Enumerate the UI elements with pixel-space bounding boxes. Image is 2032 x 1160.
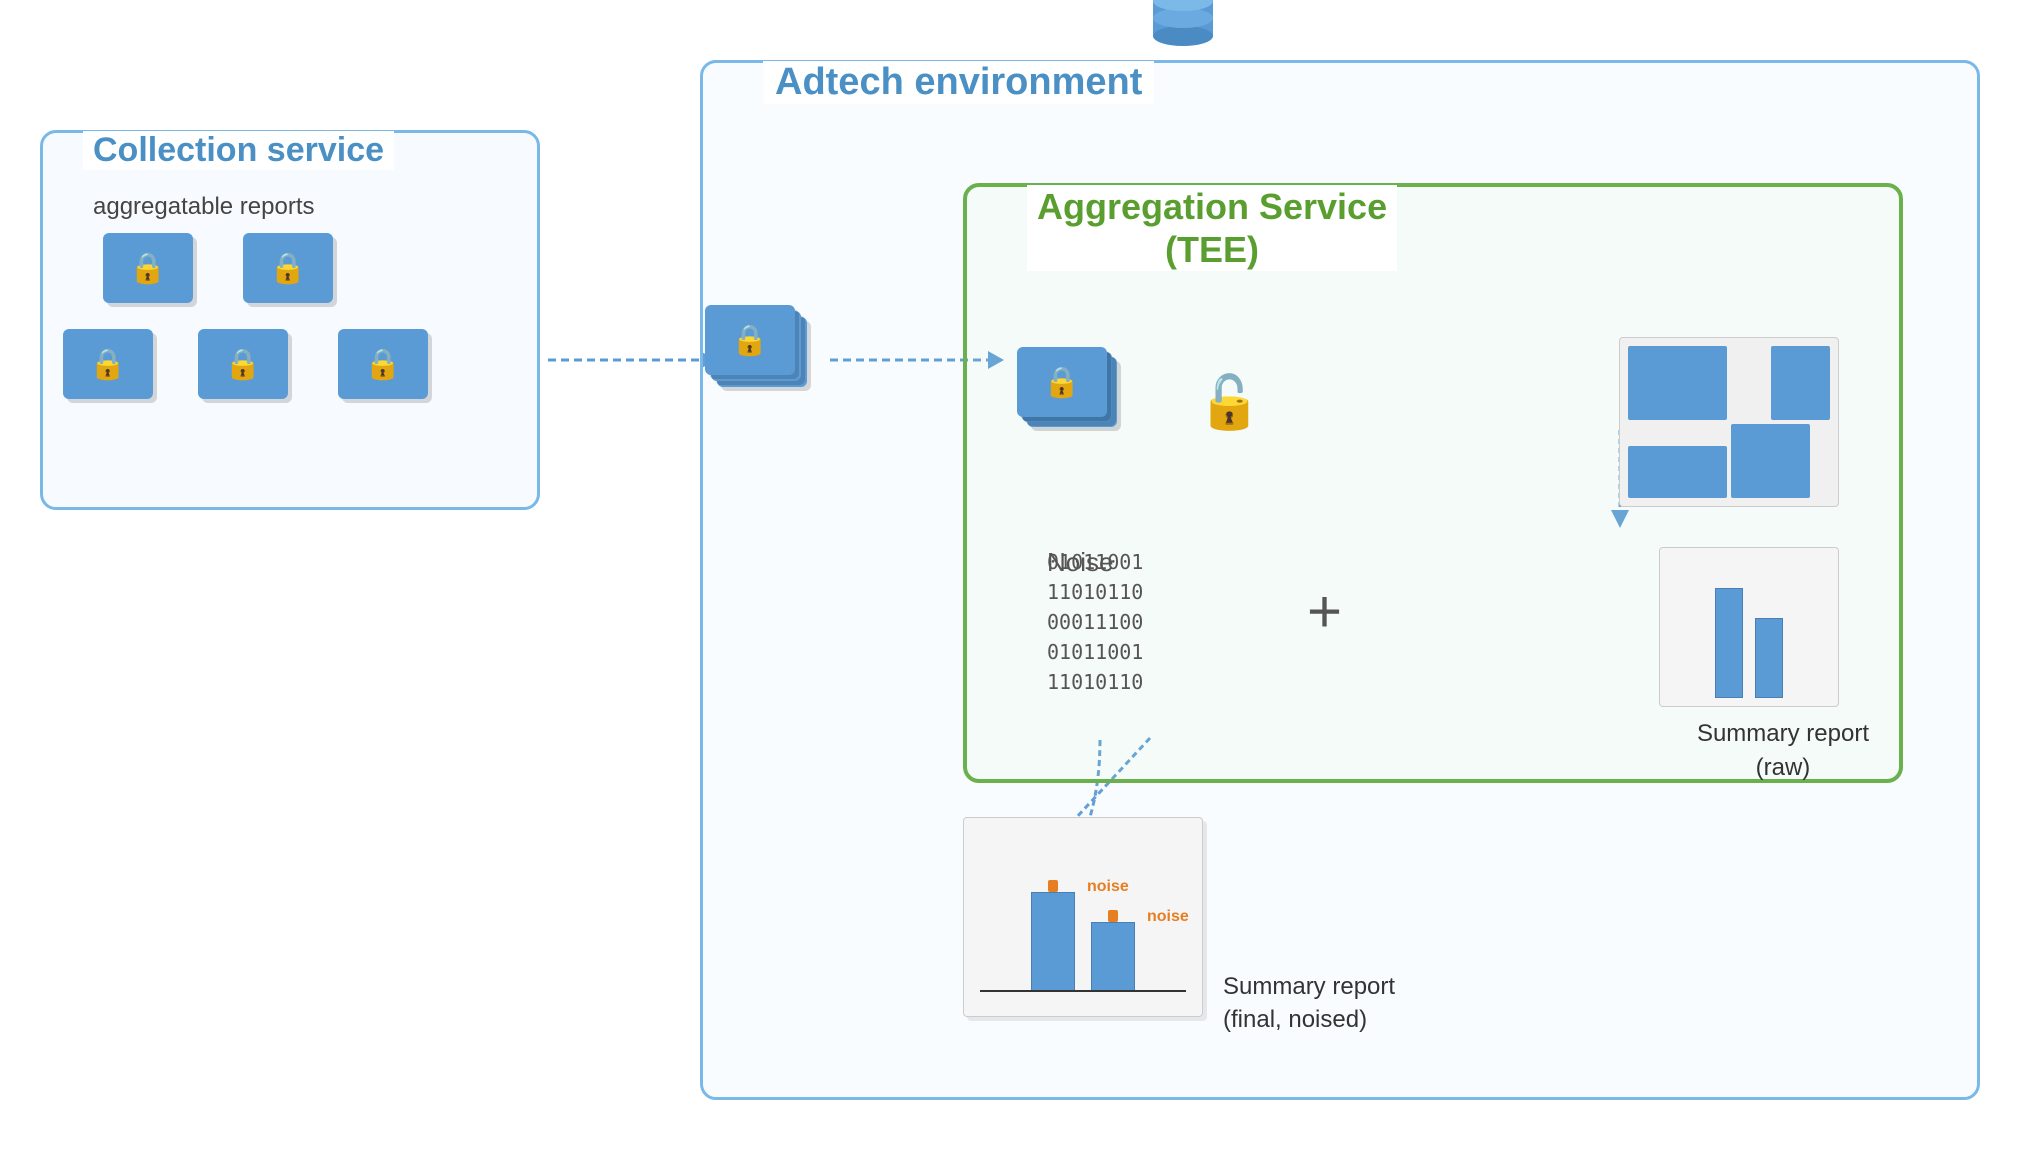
diagram-container: Adtech environment Aggregation Service (… xyxy=(0,0,2032,1160)
summary-raw-label: Summary report(raw) xyxy=(1697,717,1869,784)
database-icon xyxy=(1143,0,1223,68)
unlock-icon: 🔓 xyxy=(1197,372,1262,433)
final-summary-card: noise noise xyxy=(963,817,1203,1017)
aggregation-service-label: Aggregation Service (TEE) xyxy=(1027,185,1397,271)
aggregatable-reports-label: aggregatable reports xyxy=(93,193,314,221)
summary-final-label: Summary report(final, noised) xyxy=(1223,970,1395,1037)
collection-service-box: Collection service aggregatable reports … xyxy=(40,130,540,510)
noise-bar-1 xyxy=(1048,880,1058,892)
summary-grid-card xyxy=(1619,337,1839,507)
aggregation-service-box: Aggregation Service (TEE) 🔒 🔒 🔒 🔓 xyxy=(963,183,1903,783)
collection-card-5: 🔒 xyxy=(338,329,428,399)
collection-card-3: 🔒 xyxy=(63,329,153,399)
adtech-env-label: Adtech environment xyxy=(763,61,1154,104)
plus-sign: + xyxy=(1307,577,1342,646)
collection-card-1: 🔒 xyxy=(103,233,193,303)
noise-bar-2 xyxy=(1108,910,1118,922)
summary-raw-card xyxy=(1659,547,1839,707)
adtech-environment-box: Adtech environment Aggregation Service (… xyxy=(700,60,1980,1100)
noise-tag-2: noise xyxy=(1147,908,1189,926)
collection-service-label: Collection service xyxy=(83,131,394,170)
collection-card-2: 🔒 xyxy=(243,233,333,303)
noise-binary: 01011001 11010110 00011100 01011001 1101… xyxy=(1047,547,1143,697)
noise-tag-1: noise xyxy=(1087,878,1129,896)
collection-card-4: 🔒 xyxy=(198,329,288,399)
